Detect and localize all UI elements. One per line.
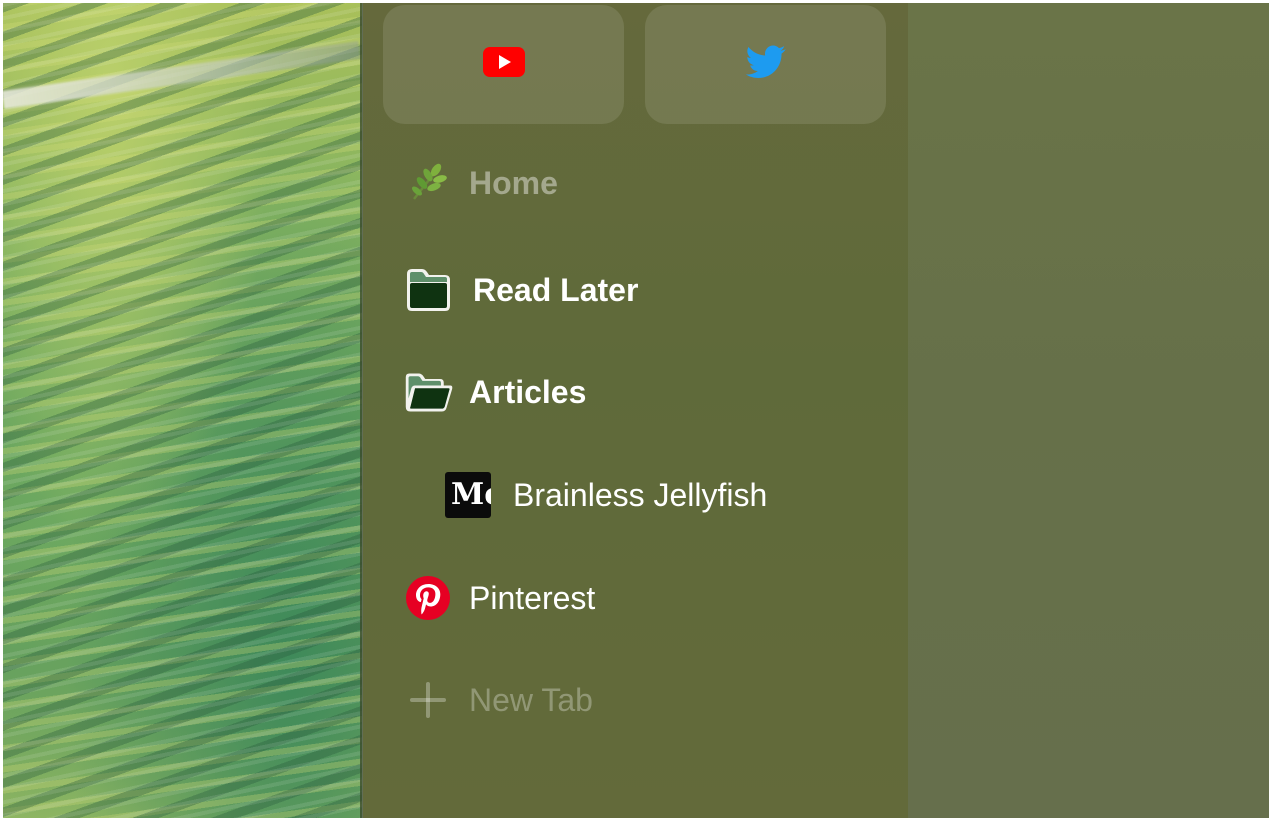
sidebar-item-articles[interactable]: Articles bbox=[403, 362, 586, 422]
new-tab-label: New Tab bbox=[469, 681, 593, 718]
sidebar-item-label: Articles bbox=[469, 373, 587, 410]
sidebar-item-label: Brainless Jellyfish bbox=[513, 476, 768, 513]
new-tab-button[interactable]: New Tab bbox=[403, 670, 593, 730]
twitter-icon bbox=[745, 45, 786, 84]
folder-open-icon bbox=[403, 367, 453, 417]
folder-closed-icon bbox=[403, 265, 453, 315]
sidebar: Home Read Later Articles M Brainless Jel… bbox=[363, 3, 908, 818]
medium-icon: Me bbox=[443, 470, 493, 520]
sidebar-item-pinterest[interactable]: Pinterest bbox=[403, 568, 595, 628]
pinterest-icon bbox=[403, 573, 453, 623]
sidebar-item-label: Pinterest bbox=[469, 579, 596, 616]
plus-icon bbox=[410, 682, 446, 718]
medium-icon-glyph: Me bbox=[445, 472, 491, 518]
sidebar-item-label: Home bbox=[469, 164, 558, 201]
sidebar-item-brainless-jellyfish[interactable]: Me Brainless Jellyfish bbox=[443, 465, 767, 525]
pinned-tab-youtube[interactable] bbox=[383, 5, 624, 124]
web-content-area[interactable] bbox=[908, 3, 1269, 818]
pinned-tab-twitter[interactable] bbox=[645, 5, 886, 124]
sidebar-item-home[interactable]: Home bbox=[403, 153, 558, 213]
plus-icon-wrapper bbox=[403, 675, 453, 725]
sidebar-item-read-later[interactable]: Read Later bbox=[403, 260, 638, 320]
leaf-icon bbox=[403, 158, 453, 208]
youtube-icon bbox=[482, 47, 525, 82]
desktop-wallpaper bbox=[3, 3, 362, 818]
browser-window: Home Read Later Articles M Brainless Jel… bbox=[3, 3, 1269, 818]
wallpaper-brush-streak bbox=[3, 40, 361, 109]
sidebar-item-label: Read Later bbox=[473, 271, 639, 308]
